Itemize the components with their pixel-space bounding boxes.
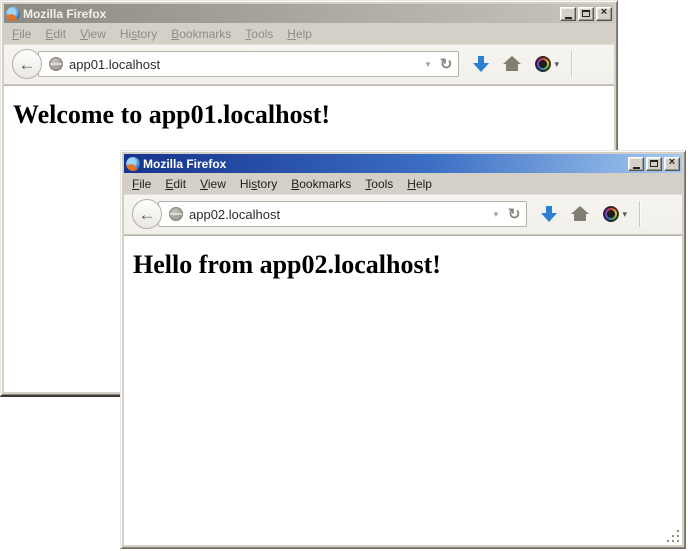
- back-button[interactable]: ←: [12, 49, 42, 79]
- menubar: File Edit View History Bookmarks Tools Help: [124, 173, 682, 194]
- menu-item-file[interactable]: File: [12, 27, 31, 41]
- titlebar-buttons: ×: [560, 7, 612, 21]
- menu-item-bookmarks[interactable]: Bookmarks: [171, 27, 231, 41]
- addon-button[interactable]: ▾: [535, 56, 559, 72]
- site-identity-globe-icon: [49, 57, 63, 71]
- minimize-icon: [565, 17, 572, 19]
- menu-item-tools[interactable]: Tools: [245, 27, 273, 41]
- reload-button[interactable]: ↻: [440, 57, 453, 72]
- window-app02: Mozilla Firefox × File Edit View History Boo…: [120, 150, 686, 549]
- home-icon: [571, 206, 589, 222]
- urlbar[interactable]: app01.localhost ▼ ↻: [38, 51, 459, 77]
- close-icon: ×: [601, 7, 607, 18]
- menu-item-history[interactable]: History: [120, 27, 157, 41]
- window-title: Mozilla Firefox: [23, 7, 557, 21]
- url-input[interactable]: app02.localhost: [189, 207, 484, 222]
- downloads-button[interactable]: [541, 205, 557, 223]
- downloads-button[interactable]: [473, 55, 489, 73]
- titlebar-buttons: ×: [628, 157, 680, 171]
- maximize-icon: [582, 10, 590, 17]
- url-input[interactable]: app01.localhost: [69, 57, 416, 72]
- addon-button[interactable]: ▾: [603, 206, 627, 222]
- chevron-down-icon: ▼: [424, 60, 432, 69]
- download-icon: [473, 55, 489, 73]
- navigation-toolbar: ← app01.localhost ▼ ↻ ▾: [4, 44, 614, 85]
- menu-item-view[interactable]: View: [200, 177, 226, 191]
- maximize-button[interactable]: [578, 7, 594, 21]
- menu-button[interactable]: [584, 57, 604, 72]
- close-button[interactable]: ×: [664, 157, 680, 171]
- caret-down-icon: ▾: [622, 209, 627, 220]
- back-icon: ←: [19, 56, 36, 73]
- toolbar-separator: [571, 51, 572, 77]
- menu-item-help[interactable]: Help: [287, 27, 312, 41]
- page-heading: Hello from app02.localhost!: [133, 250, 682, 280]
- close-button[interactable]: ×: [596, 7, 612, 21]
- navigation-toolbar: ← app02.localhost ▼ ↻ ▾: [124, 194, 682, 235]
- urlbar-history-dropdown[interactable]: ▼: [490, 210, 502, 219]
- caret-down-icon: ▾: [554, 59, 559, 70]
- menu-item-edit[interactable]: Edit: [45, 27, 66, 41]
- reload-icon: ↻: [440, 56, 453, 73]
- page-heading: Welcome to app01.localhost!: [13, 100, 614, 130]
- maximize-icon: [650, 160, 658, 167]
- firefox-icon: [126, 157, 140, 171]
- minimize-button[interactable]: [560, 7, 576, 21]
- menu-item-history[interactable]: History: [240, 177, 277, 191]
- close-icon: ×: [669, 157, 675, 168]
- titlebar[interactable]: Mozilla Firefox ×: [124, 154, 682, 173]
- colorwheel-icon: [603, 206, 619, 222]
- menubar: File Edit View History Bookmarks Tools Help: [4, 23, 614, 44]
- site-identity-globe-icon: [169, 207, 183, 221]
- content-area: Hello from app02.localhost!: [124, 235, 682, 545]
- firefox-icon: [6, 7, 20, 21]
- minimize-icon: [633, 167, 640, 169]
- reload-button[interactable]: ↻: [508, 207, 521, 222]
- titlebar[interactable]: Mozilla Firefox ×: [4, 4, 614, 23]
- resize-grip[interactable]: [667, 530, 679, 542]
- reload-icon: ↻: [508, 206, 521, 223]
- toolbar-separator: [639, 201, 640, 227]
- colorwheel-icon: [535, 56, 551, 72]
- window-title: Mozilla Firefox: [143, 157, 625, 171]
- maximize-button[interactable]: [646, 157, 662, 171]
- chevron-down-icon: ▼: [492, 210, 500, 219]
- menu-button[interactable]: [652, 207, 672, 222]
- menu-item-bookmarks[interactable]: Bookmarks: [291, 177, 351, 191]
- menu-item-help[interactable]: Help: [407, 177, 432, 191]
- back-icon: ←: [139, 206, 156, 223]
- menu-item-tools[interactable]: Tools: [365, 177, 393, 191]
- home-icon: [503, 56, 521, 72]
- menu-item-view[interactable]: View: [80, 27, 106, 41]
- menu-item-edit[interactable]: Edit: [165, 177, 186, 191]
- urlbar-history-dropdown[interactable]: ▼: [422, 60, 434, 69]
- menu-item-file[interactable]: File: [132, 177, 151, 191]
- minimize-button[interactable]: [628, 157, 644, 171]
- back-button[interactable]: ←: [132, 199, 162, 229]
- urlbar[interactable]: app02.localhost ▼ ↻: [158, 201, 527, 227]
- download-icon: [541, 205, 557, 223]
- home-button[interactable]: [571, 206, 589, 222]
- home-button[interactable]: [503, 56, 521, 72]
